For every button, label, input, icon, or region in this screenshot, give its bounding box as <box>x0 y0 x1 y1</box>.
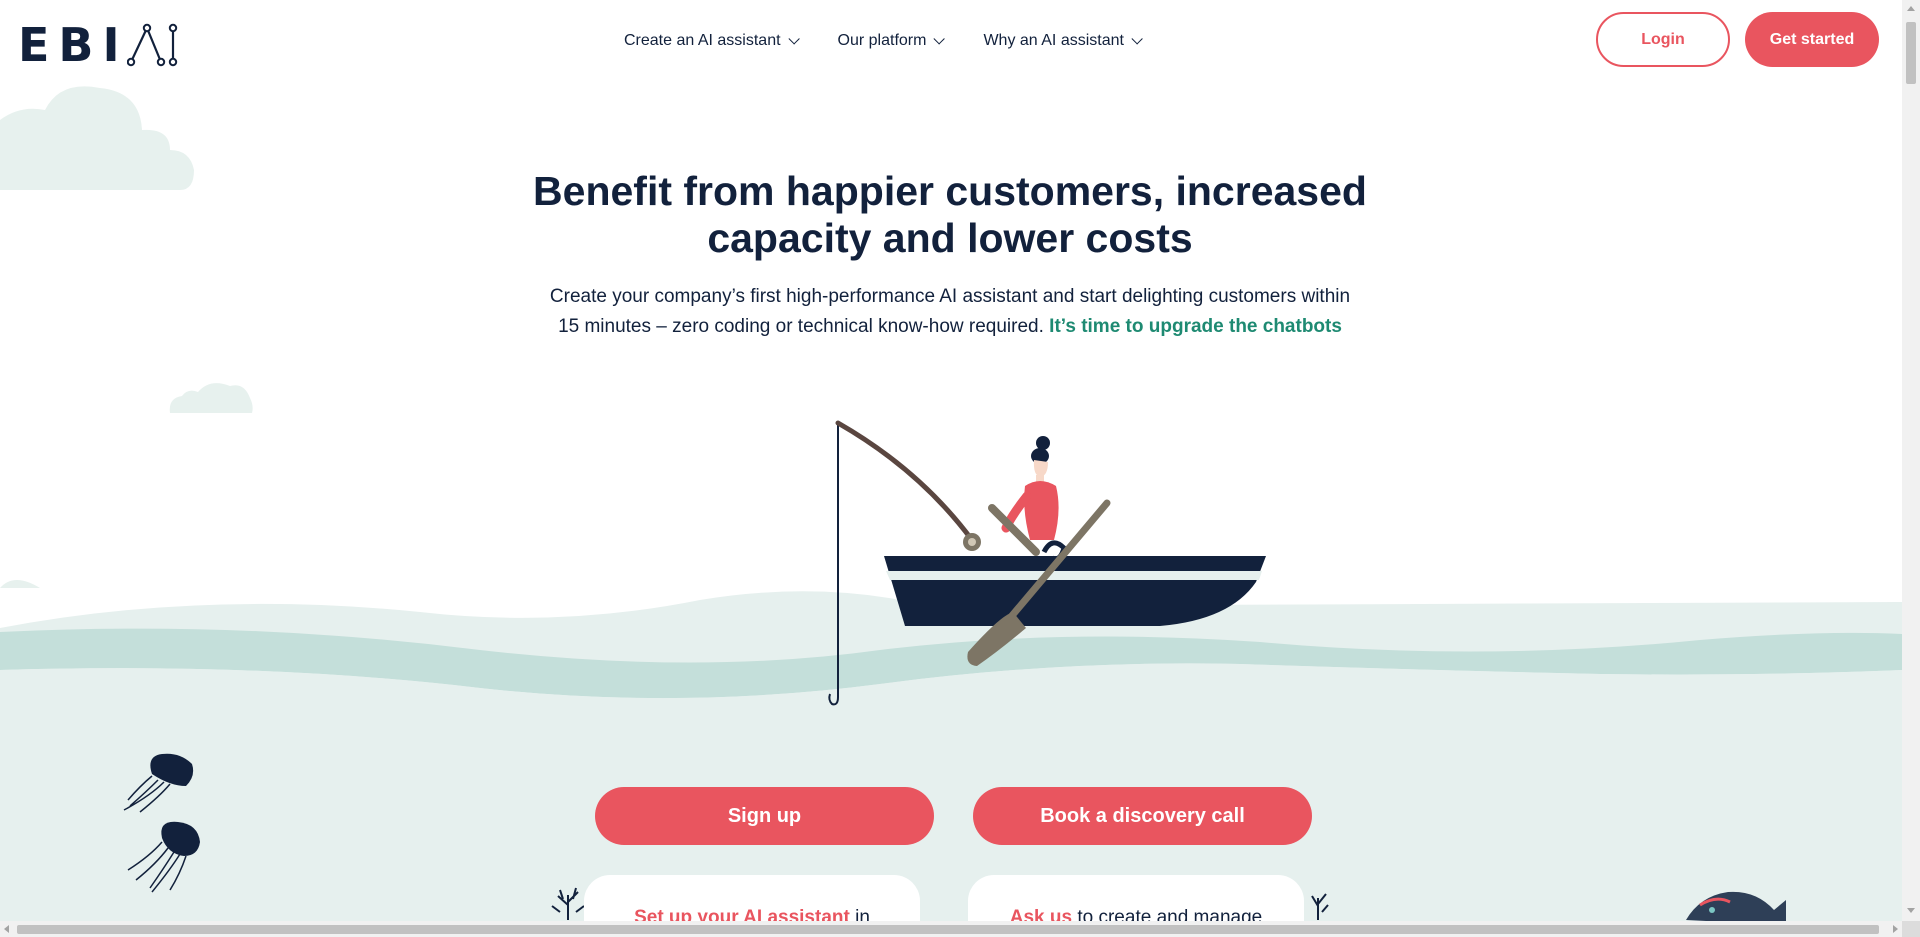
hero-title-line-1: Benefit from happier customers, increase… <box>533 168 1367 214</box>
cloud-small-icon <box>169 383 253 413</box>
vertical-scrollbar[interactable] <box>1902 0 1920 937</box>
scroll-down-icon[interactable] <box>1907 908 1915 913</box>
chevron-down-icon <box>933 33 946 45</box>
logo[interactable]: EBI <box>18 18 186 72</box>
logo-ai-icon <box>126 23 177 67</box>
chevron-down-icon <box>787 33 800 45</box>
login-button[interactable]: Login <box>1596 12 1730 67</box>
hero-title: Benefit from happier customers, increase… <box>460 168 1440 262</box>
scroll-right-icon[interactable] <box>1893 925 1898 933</box>
sign-up-button[interactable]: Sign up <box>595 787 934 845</box>
upgrade-chatbots-link[interactable]: It’s time to upgrade the chatbots <box>1049 316 1342 337</box>
cloud-icon <box>0 86 194 190</box>
scrollbar-thumb[interactable] <box>17 925 1879 934</box>
boat <box>884 540 1266 626</box>
nav-item-label: Why an AI assistant <box>983 32 1124 49</box>
hero-subtitle-line-1: Create your company’s first high-perform… <box>549 286 1351 307</box>
get-started-button[interactable]: Get started <box>1745 12 1879 67</box>
hero-subtitle: Create your company’s first high-perform… <box>500 282 1400 342</box>
main-nav: Create an AI assistant Our platform Why … <box>624 32 1181 50</box>
scroll-up-icon[interactable] <box>1907 6 1915 11</box>
nav-item-label: Create an AI assistant <box>624 32 781 49</box>
hero-title-line-2: capacity and lower costs <box>707 215 1193 261</box>
fishing-rod <box>835 420 975 543</box>
chevron-down-icon <box>1131 33 1143 45</box>
site-header: EBI Create an AI assistant Our platform … <box>0 0 1902 90</box>
nav-why-ai-assistant[interactable]: Why an AI assistant <box>983 32 1143 50</box>
scrollbar-thumb[interactable] <box>1906 22 1916 84</box>
nav-item-label: Our platform <box>837 32 927 49</box>
hero-illustration <box>0 86 1902 937</box>
nav-create-ai-assistant[interactable]: Create an AI assistant <box>624 32 800 50</box>
book-discovery-call-button[interactable]: Book a discovery call <box>973 787 1312 845</box>
scroll-left-icon[interactable] <box>4 925 9 933</box>
logo-text: EBI <box>18 18 129 72</box>
nav-our-platform[interactable]: Our platform <box>837 32 946 50</box>
horizontal-scrollbar[interactable] <box>0 921 1902 937</box>
hero-subtitle-line-2: 15 minutes – zero coding or technical kn… <box>558 316 1044 337</box>
scrollbar-corner <box>1902 921 1920 937</box>
